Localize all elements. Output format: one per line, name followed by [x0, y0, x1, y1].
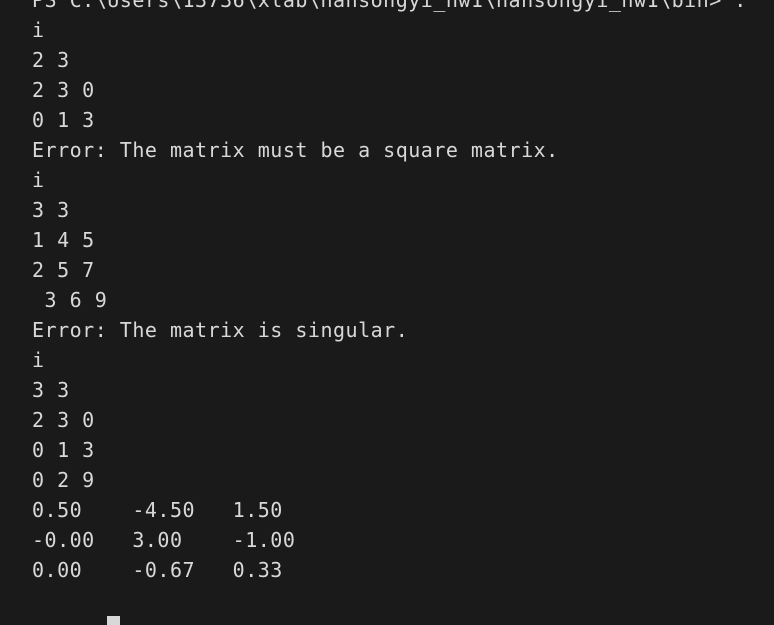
prompt-line: PS C:\Users\13736\xlab\hansongyi_hw1\han…	[32, 0, 747, 12]
input-line[interactable]	[32, 585, 747, 625]
text-cursor	[107, 616, 121, 625]
output-line: i	[32, 168, 45, 192]
output-line: i	[32, 18, 45, 42]
matrix-output-line: -0.00 3.00 -1.00	[32, 528, 296, 552]
output-line: 0 2 9	[32, 468, 95, 492]
matrix-output-line: 0.50 -4.50 1.50	[32, 498, 283, 522]
output-line: 2 3 0	[32, 78, 95, 102]
output-line: 3 3	[32, 378, 70, 402]
output-line: 3 3	[32, 198, 70, 222]
output-line: 0 1 3	[32, 438, 95, 462]
output-line: 2 3	[32, 48, 70, 72]
output-line: 1 4 5	[32, 228, 95, 252]
matrix-output-line: 0.00 -0.67 0.33	[32, 558, 283, 582]
terminal-window[interactable]: PS C:\Users\13736\xlab\hansongyi_hw1\han…	[0, 0, 774, 625]
error-line: Error: The matrix must be a square matri…	[32, 138, 559, 162]
output-line: 2 3 0	[32, 408, 95, 432]
output-line: 3 6 9	[32, 288, 108, 312]
output-line: 2 5 7	[32, 258, 95, 282]
output-line: 0 1 3	[32, 108, 95, 132]
output-line: i	[32, 348, 45, 372]
error-line: Error: The matrix is singular.	[32, 318, 409, 342]
terminal-output: PS C:\Users\13736\xlab\hansongyi_hw1\han…	[32, 0, 747, 625]
